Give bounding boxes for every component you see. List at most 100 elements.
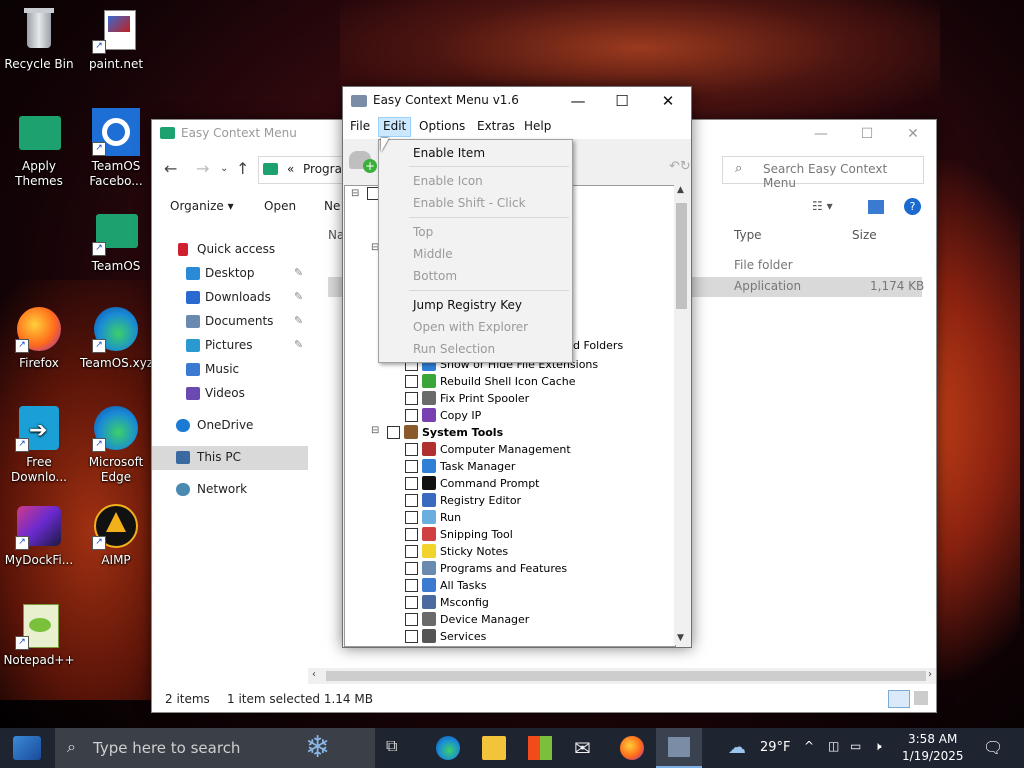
chevron-up-icon[interactable]: ^ xyxy=(804,739,814,753)
aimp-icon: ↗ xyxy=(92,502,140,550)
tree-checkbox[interactable] xyxy=(405,528,418,541)
organize-button[interactable]: Organize ▾ xyxy=(170,199,234,213)
tree-checkbox[interactable] xyxy=(405,562,418,575)
desktop-icon-aimp[interactable]: ↗ AIMP xyxy=(80,502,152,568)
up-arrow-icon[interactable]: ↑ xyxy=(236,159,249,178)
scrollbar-thumb[interactable] xyxy=(676,203,687,309)
tree-checkbox[interactable] xyxy=(405,460,418,473)
add-menu-toolbar-button[interactable]: + xyxy=(349,145,379,175)
tree-checkbox[interactable] xyxy=(405,375,418,388)
nav-item-quick-access[interactable]: Quick access xyxy=(152,238,308,262)
tree-checkbox[interactable] xyxy=(405,579,418,592)
tree-checkbox[interactable] xyxy=(405,596,418,609)
scroll-left-icon[interactable]: ‹ xyxy=(312,669,316,680)
tree-checkbox[interactable] xyxy=(387,426,400,439)
menu-item-jump-registry-key[interactable]: Jump Registry Key xyxy=(380,294,570,316)
notification-icon[interactable]: 🗨 xyxy=(983,738,1003,757)
details-view-icon[interactable] xyxy=(888,690,910,708)
forward-arrow-icon[interactable]: → xyxy=(196,159,209,178)
nav-item-downloads[interactable]: Downloads ✎ xyxy=(152,286,308,310)
tree-expander-icon[interactable]: ⊟ xyxy=(351,188,359,199)
nav-item-pictures[interactable]: Pictures ✎ xyxy=(152,334,308,358)
desktop-icon xyxy=(186,267,200,280)
desktop-icon-free-download[interactable]: ➔ ↗ Free Downlo... xyxy=(3,404,75,485)
desktop-icon-firefox[interactable]: ↗ Firefox xyxy=(3,305,75,371)
edge-icon[interactable] xyxy=(436,736,460,760)
window-titlebar[interactable]: Easy Context Menu v1.6 — ☐ ✕ xyxy=(343,87,691,115)
help-icon[interactable]: ? xyxy=(904,198,921,215)
desktop-icon-microsoft-edge[interactable]: ↗ Microsoft Edge xyxy=(80,404,152,485)
horizontal-scrollbar[interactable]: ‹ › xyxy=(308,668,936,684)
view-options-icon[interactable]: ☷ ▾ xyxy=(812,199,833,213)
column-header-size[interactable]: Size xyxy=(852,228,877,242)
menu-options[interactable]: Options xyxy=(415,119,469,133)
nav-item-desktop[interactable]: Desktop ✎ xyxy=(152,262,308,286)
minimize-button[interactable]: — xyxy=(798,120,844,148)
minimize-button[interactable]: — xyxy=(555,87,601,115)
back-arrow-icon[interactable]: ← xyxy=(164,159,177,178)
desktop-icon-teamos[interactable]: ↗ TeamOS xyxy=(80,208,152,274)
easy-context-menu-taskbar-button[interactable] xyxy=(656,728,702,768)
menu-edit[interactable]: Edit xyxy=(378,117,412,137)
preview-pane-icon[interactable] xyxy=(868,200,884,214)
recent-locations-icon[interactable]: ⌄ xyxy=(220,163,228,174)
undo-icon[interactable]: ↶↻ xyxy=(669,159,691,174)
desktop-icon-teamos-xyz[interactable]: ↗ TeamOS.xyz xyxy=(80,305,153,371)
nav-item-documents[interactable]: Documents ✎ xyxy=(152,310,308,334)
nav-item-network[interactable]: Network xyxy=(152,478,308,502)
menu-file[interactable]: File xyxy=(346,119,374,133)
webcam-icon[interactable]: ◫ xyxy=(828,739,839,753)
desktop-icon-notepad-plus-plus[interactable]: ↗ Notepad++ xyxy=(3,602,75,668)
menu-extras[interactable]: Extras xyxy=(473,119,519,133)
column-header-type[interactable]: Type xyxy=(734,228,762,242)
temperature[interactable]: 29°F xyxy=(760,740,791,755)
firefox-icon[interactable] xyxy=(620,736,644,760)
taskbar-search-input[interactable]: ⌕ Type here to search ❄ xyxy=(55,728,375,768)
close-button[interactable]: ✕ xyxy=(645,87,691,115)
tree-checkbox[interactable] xyxy=(405,477,418,490)
tree-checkbox[interactable] xyxy=(405,545,418,558)
pin-icon: ✎ xyxy=(294,338,304,351)
menu-item-enable-item[interactable]: Enable Item xyxy=(380,142,570,164)
desktop-icon-apply-themes[interactable]: Apply Themes xyxy=(3,108,75,189)
maximize-button[interactable]: ☐ xyxy=(599,87,645,115)
network-icon[interactable]: ▭ xyxy=(850,739,861,753)
scroll-up-icon[interactable]: ▲ xyxy=(677,185,684,195)
scroll-down-icon[interactable]: ▼ xyxy=(677,633,684,643)
desktop-icon-recycle-bin[interactable]: Recycle Bin xyxy=(3,6,75,72)
tree-checkbox[interactable] xyxy=(405,392,418,405)
file-explorer-icon[interactable] xyxy=(482,736,506,760)
search-input[interactable]: ⌕ Search Easy Context Menu xyxy=(722,156,924,190)
tree-checkbox[interactable] xyxy=(405,630,418,643)
open-button[interactable]: Open xyxy=(264,199,296,213)
maximize-button[interactable]: ☐ xyxy=(844,120,890,148)
mail-icon[interactable]: ✉ xyxy=(574,736,598,760)
vertical-scrollbar[interactable]: ▲ ▼ xyxy=(674,185,689,645)
scroll-right-icon[interactable]: › xyxy=(928,669,932,680)
tree-checkbox[interactable] xyxy=(405,443,418,456)
tree-checkbox[interactable] xyxy=(405,409,418,422)
menu-help[interactable]: Help xyxy=(520,119,555,133)
scrollbar-thumb[interactable] xyxy=(326,671,926,681)
nav-item-music[interactable]: Music xyxy=(152,358,308,382)
clock-date[interactable]: 1/19/2025 xyxy=(902,749,964,763)
volume-icon[interactable]: 🕨 xyxy=(874,739,882,754)
tree-expander-icon[interactable]: ⊟ xyxy=(371,425,379,436)
tree-checkbox[interactable] xyxy=(405,511,418,524)
store-icon[interactable] xyxy=(528,736,552,760)
nav-item-this-pc[interactable]: This PC xyxy=(152,446,308,470)
large-icons-view-icon[interactable] xyxy=(914,691,928,705)
close-button[interactable]: ✕ xyxy=(890,120,936,148)
nav-item-onedrive[interactable]: OneDrive xyxy=(152,414,308,438)
weather-cloud-icon[interactable]: ☁ xyxy=(728,737,746,758)
new-folder-button[interactable]: Ne xyxy=(324,199,340,213)
task-view-icon[interactable]: ⧉ xyxy=(386,736,410,760)
desktop-icon-paint-net[interactable]: ↗ paint.net xyxy=(80,6,152,72)
tree-checkbox[interactable] xyxy=(405,494,418,507)
nav-item-videos[interactable]: Videos xyxy=(152,382,308,406)
tree-checkbox[interactable] xyxy=(405,613,418,626)
start-button[interactable] xyxy=(0,728,54,768)
desktop-icon-teamos-facebook[interactable]: ↗ TeamOS Facebo... xyxy=(80,108,152,189)
desktop-icon-mydockfinder[interactable]: ↗ MyDockFi... xyxy=(3,502,75,568)
clock-time[interactable]: 3:58 AM xyxy=(908,732,957,746)
